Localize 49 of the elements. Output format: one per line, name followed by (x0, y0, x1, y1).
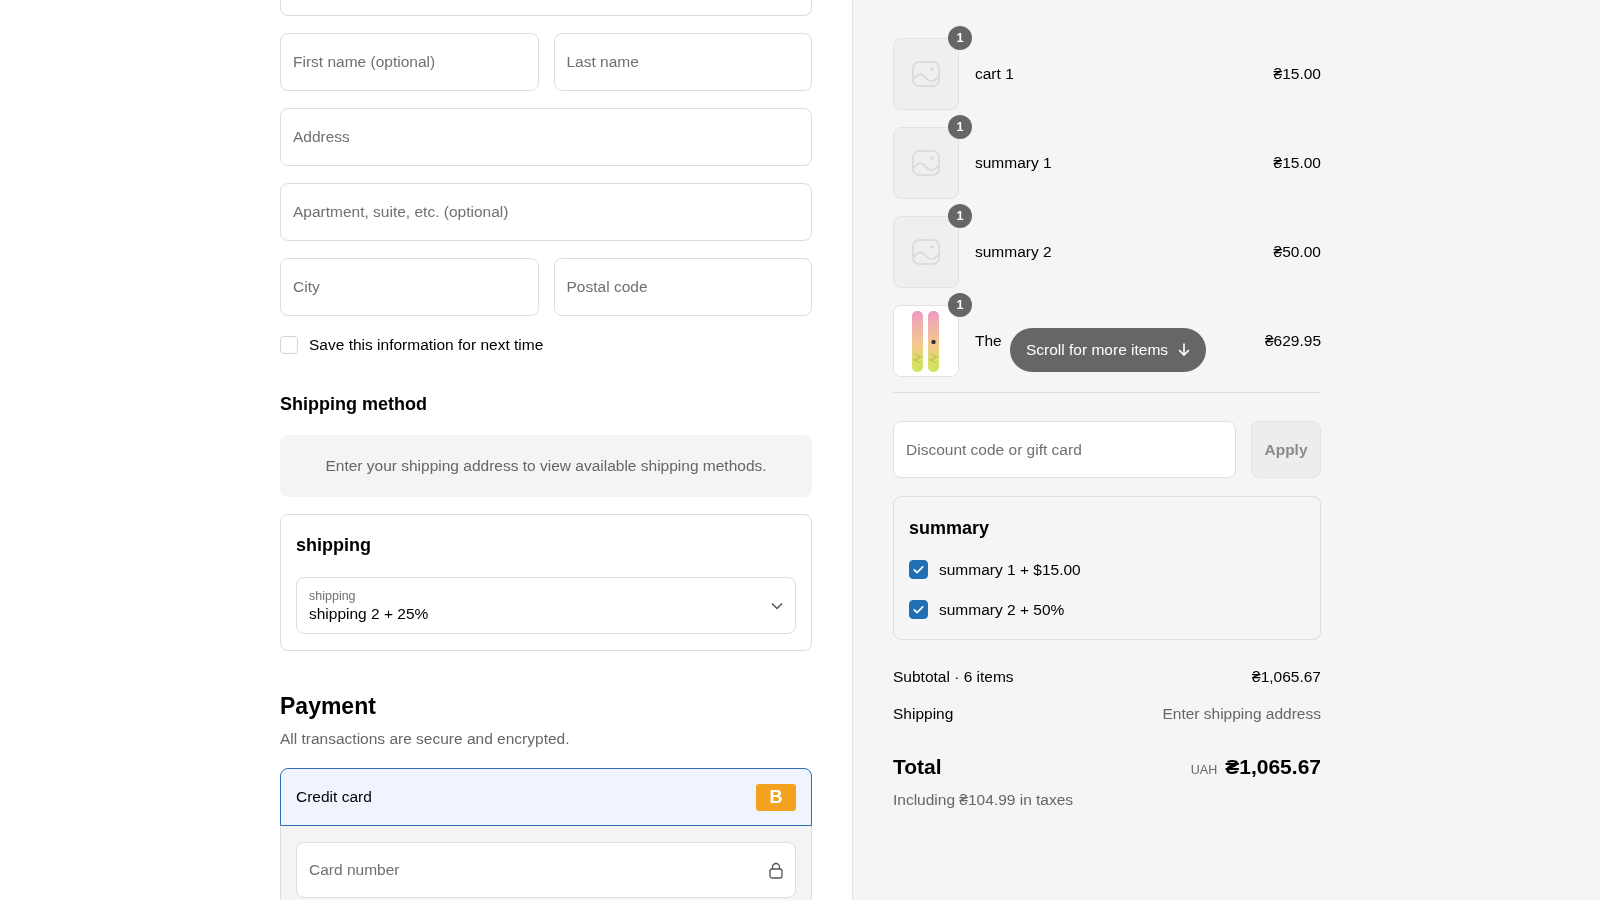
item-price: ₴50.00 (1273, 243, 1321, 261)
scroll-hint[interactable]: Scroll for more items (1010, 328, 1207, 372)
image-placeholder-icon (893, 216, 959, 288)
card-title: summary (909, 518, 991, 539)
checkbox[interactable] (909, 560, 928, 579)
item-price: ₴15.00 (1273, 65, 1321, 83)
total-label: Total (893, 755, 943, 779)
section-subtitle: All transactions are secure and encrypted. (280, 730, 571, 748)
chevron-down-icon (771, 601, 783, 610)
currency-code: UAH (1190, 763, 1218, 777)
checkbox-label: summary 1 + $15.00 (939, 560, 1081, 579)
item-name: cart 1 (975, 65, 1014, 83)
input-field[interactable]: Last name (553, 33, 812, 91)
input-field[interactable]: Address (280, 108, 812, 166)
checkbox[interactable] (909, 600, 928, 619)
quantity-badge: 1 (948, 26, 972, 50)
input-field[interactable]: City (280, 258, 539, 316)
input-field[interactable]: First name (optional) (280, 33, 539, 91)
checkbox-label: Save this information for next time (309, 336, 544, 354)
card-brand-badge: B (756, 783, 796, 811)
item-price: ₴629.95 (1264, 332, 1321, 350)
item-name: The (975, 332, 1002, 350)
input-field[interactable]: Apartment, suite, etc. (optional) (280, 183, 812, 241)
section-heading: Shipping method (280, 394, 428, 415)
subtotal-label: Subtotal · 6 items (893, 668, 1014, 686)
item-price: ₴15.00 (1273, 154, 1321, 172)
quantity-badge: 1 (948, 115, 972, 139)
image-placeholder-icon (893, 38, 959, 110)
card-title: shipping (296, 535, 372, 556)
payment-option[interactable]: Credit card B (280, 768, 812, 826)
lock-icon (769, 861, 783, 879)
checkbox-label: summary 2 + 50% (939, 600, 1065, 619)
quantity-badge: 1 (948, 293, 972, 317)
tax-note: Including ₴104.99 in taxes (893, 791, 1075, 809)
input-field[interactable]: Postal code (553, 258, 812, 316)
image-placeholder-icon (893, 127, 959, 199)
item-name: summary 2 (975, 243, 1052, 261)
input-field[interactable]: Card number (296, 842, 796, 898)
info-notice: Enter your shipping address to view available shipping methods. (280, 435, 812, 497)
item-name: summary 1 (975, 154, 1052, 172)
shipping-label: Shipping (893, 705, 954, 723)
dropdown-select[interactable]: shipping shipping 2 + 25% (296, 577, 796, 634)
subtotal-value: ₴1,065.67 (1252, 668, 1321, 686)
section-heading: Payment (280, 693, 377, 720)
quantity-badge: 1 (948, 204, 972, 228)
shipping-value: Enter shipping address (1162, 705, 1321, 723)
country-field[interactable] (280, 0, 812, 16)
arrow-down-icon (1178, 343, 1191, 357)
total-value: ₴1,065.67 (1225, 755, 1321, 779)
